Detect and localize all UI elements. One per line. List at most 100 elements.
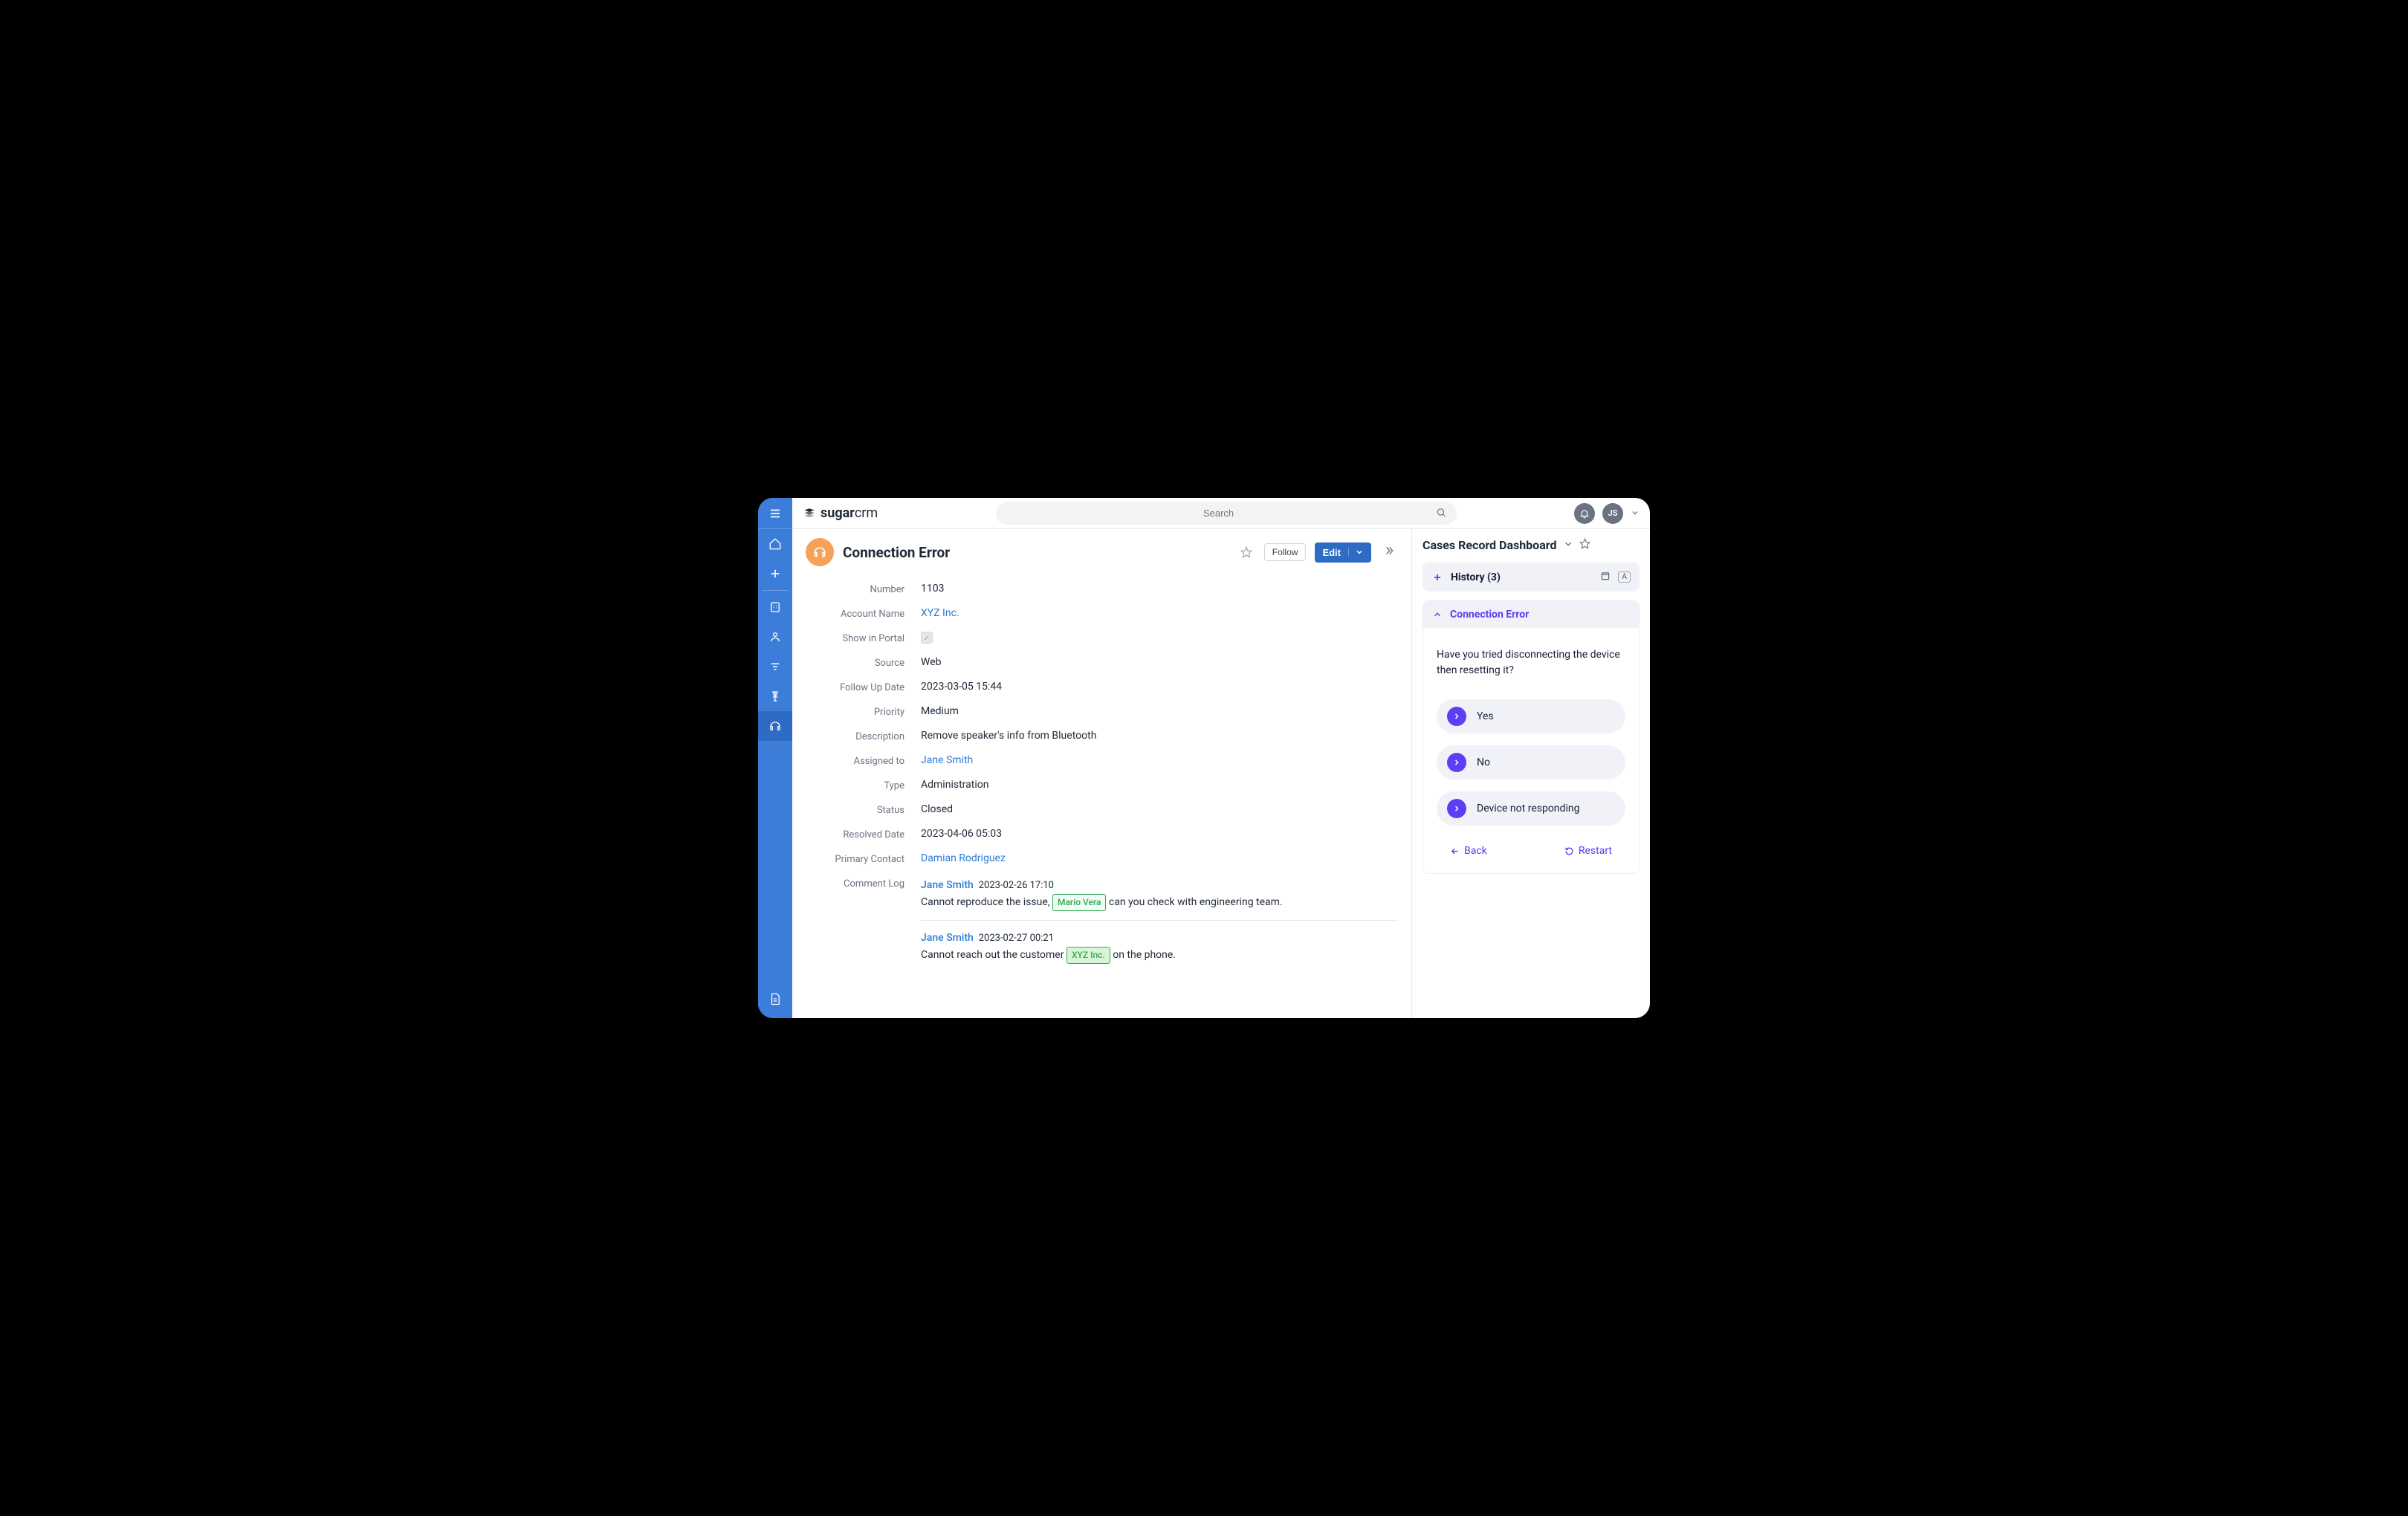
field-value-resolved: 2023-04-06 05:03 [921, 828, 1398, 840]
field-label-type: Type [806, 779, 921, 791]
sidebar-item-cases[interactable] [758, 711, 792, 741]
field-value-priority: Medium [921, 705, 1398, 717]
history-calendar-button[interactable] [1600, 570, 1611, 584]
logo-text-light: crm [855, 505, 878, 521]
sidebar-item-leads[interactable] [758, 652, 792, 681]
comment-divider [921, 920, 1398, 921]
history-filter-tag[interactable]: A [1618, 571, 1631, 583]
field-label-followup: Follow Up Date [806, 681, 921, 693]
sidebar-item-create[interactable] [758, 559, 792, 589]
field-label-contact: Primary Contact [806, 852, 921, 865]
follow-button[interactable]: Follow [1264, 543, 1307, 561]
chevron-double-right-icon [1383, 545, 1395, 557]
star-icon [1240, 546, 1252, 558]
comment-author[interactable]: Jane Smith [921, 932, 974, 944]
sidebar-item-documents[interactable] [758, 984, 792, 1014]
dashboard-panel: Cases Record Dashboard History (3) [1412, 529, 1650, 1018]
history-add-button[interactable] [1431, 571, 1443, 583]
field-label-number: Number [806, 583, 921, 595]
user-avatar[interactable]: JS [1602, 503, 1623, 524]
sidebar-item-opportunities[interactable] [758, 681, 792, 711]
comment-text: Cannot reach out the customer [921, 949, 1067, 961]
field-value-status: Closed [921, 803, 1398, 815]
edit-dropdown-toggle[interactable] [1348, 548, 1364, 557]
field-label-account: Account Name [806, 607, 921, 620]
chevron-right-icon [1452, 804, 1461, 813]
accordion-header[interactable]: Connection Error [1423, 601, 1639, 628]
chevron-down-icon [1563, 539, 1573, 549]
building-icon [768, 600, 782, 614]
sidebar-item-home[interactable] [758, 529, 792, 559]
edit-button[interactable]: Edit [1315, 542, 1371, 563]
panel-collapse-button[interactable] [1380, 542, 1398, 563]
guide-option-not-responding[interactable]: Device not responding [1437, 791, 1625, 826]
field-value-assigned[interactable]: Jane Smith [921, 754, 1398, 766]
checkbox-show-in-portal: ✓ [921, 632, 933, 644]
content-split: Connection Error Follow Edit [792, 529, 1650, 1018]
dashboard-favorite[interactable] [1579, 538, 1590, 552]
record-fields: Number 1103 Account Name XYZ Inc. Show i… [792, 574, 1411, 983]
dashboard-dropdown[interactable] [1563, 538, 1573, 552]
arrow-left-icon [1450, 846, 1460, 856]
guide-option-no[interactable]: No [1437, 745, 1625, 780]
sidebar-item-accounts[interactable] [758, 592, 792, 622]
favorite-button[interactable] [1237, 543, 1255, 561]
comment-log: Jane Smith 2023-02-26 17:10 Cannot repro… [921, 877, 1398, 964]
guide-option-label: No [1477, 757, 1490, 768]
sidebar-item-contacts[interactable] [758, 622, 792, 652]
guide-question: Have you tried disconnecting the device … [1437, 647, 1625, 678]
comment-entry: Jane Smith 2023-02-27 00:21 Cannot reach… [921, 930, 1398, 964]
user-menu-caret[interactable] [1631, 506, 1640, 520]
field-label-priority: Priority [806, 705, 921, 718]
comment-date: 2023-02-26 17:10 [979, 880, 1054, 891]
field-label-description: Description [806, 730, 921, 742]
history-title: History (3) [1451, 571, 1593, 583]
logo: sugarcrm [803, 505, 878, 521]
record-module-icon [806, 538, 834, 566]
comment-text: Cannot reproduce the issue, [921, 896, 1052, 908]
main-area: sugarcrm JS [792, 498, 1650, 1018]
search-input[interactable] [996, 502, 1457, 525]
calendar-icon [1600, 571, 1611, 581]
home-icon [768, 537, 782, 551]
document-icon [768, 992, 782, 1005]
restart-icon [1564, 846, 1574, 856]
chevron-down-icon [1355, 548, 1364, 557]
record-header: Connection Error Follow Edit [792, 529, 1411, 574]
field-value-followup: 2023-03-05 15:44 [921, 681, 1398, 693]
record-panel: Connection Error Follow Edit [792, 529, 1412, 1018]
history-dashlet-header[interactable]: History (3) A [1423, 563, 1640, 592]
hamburger-icon [768, 507, 782, 520]
logo-text-bold: sugar [821, 505, 855, 521]
notifications-button[interactable] [1574, 503, 1595, 524]
field-label-source: Source [806, 656, 921, 669]
option-bullet [1447, 753, 1466, 772]
field-value-account[interactable]: XYZ Inc. [921, 607, 1398, 619]
chevron-right-icon [1452, 758, 1461, 767]
field-value-description: Remove speaker's info from Bluetooth [921, 730, 1398, 742]
mention-pill[interactable]: XYZ Inc. [1067, 947, 1110, 964]
record-title: Connection Error [843, 544, 950, 561]
sidebar-menu-toggle[interactable] [758, 498, 792, 529]
comment-text: can you check with engineering team. [1106, 896, 1282, 908]
guide-accordion: Connection Error Have you tried disconne… [1423, 600, 1640, 874]
guide-restart-button[interactable]: Restart [1564, 845, 1612, 857]
option-bullet [1447, 799, 1466, 818]
plus-icon [1432, 572, 1443, 583]
guide-option-label: Device not responding [1477, 803, 1579, 814]
guide-option-label: Yes [1477, 710, 1494, 722]
search-icon [1436, 506, 1446, 520]
person-icon [768, 630, 782, 644]
chevron-up-icon [1432, 609, 1443, 620]
guide-back-button[interactable]: Back [1450, 845, 1487, 857]
field-value-contact[interactable]: Damian Rodriguez [921, 852, 1398, 864]
field-label-status: Status [806, 803, 921, 816]
comment-author[interactable]: Jane Smith [921, 879, 974, 891]
mention-pill[interactable]: Mario Vera [1052, 894, 1106, 911]
guide-back-label: Back [1464, 845, 1487, 857]
dashboard-title: Cases Record Dashboard [1423, 538, 1557, 552]
headset-icon [768, 719, 782, 733]
filter-icon [768, 660, 782, 673]
guide-option-yes[interactable]: Yes [1437, 699, 1625, 733]
field-value-number: 1103 [921, 583, 1398, 595]
